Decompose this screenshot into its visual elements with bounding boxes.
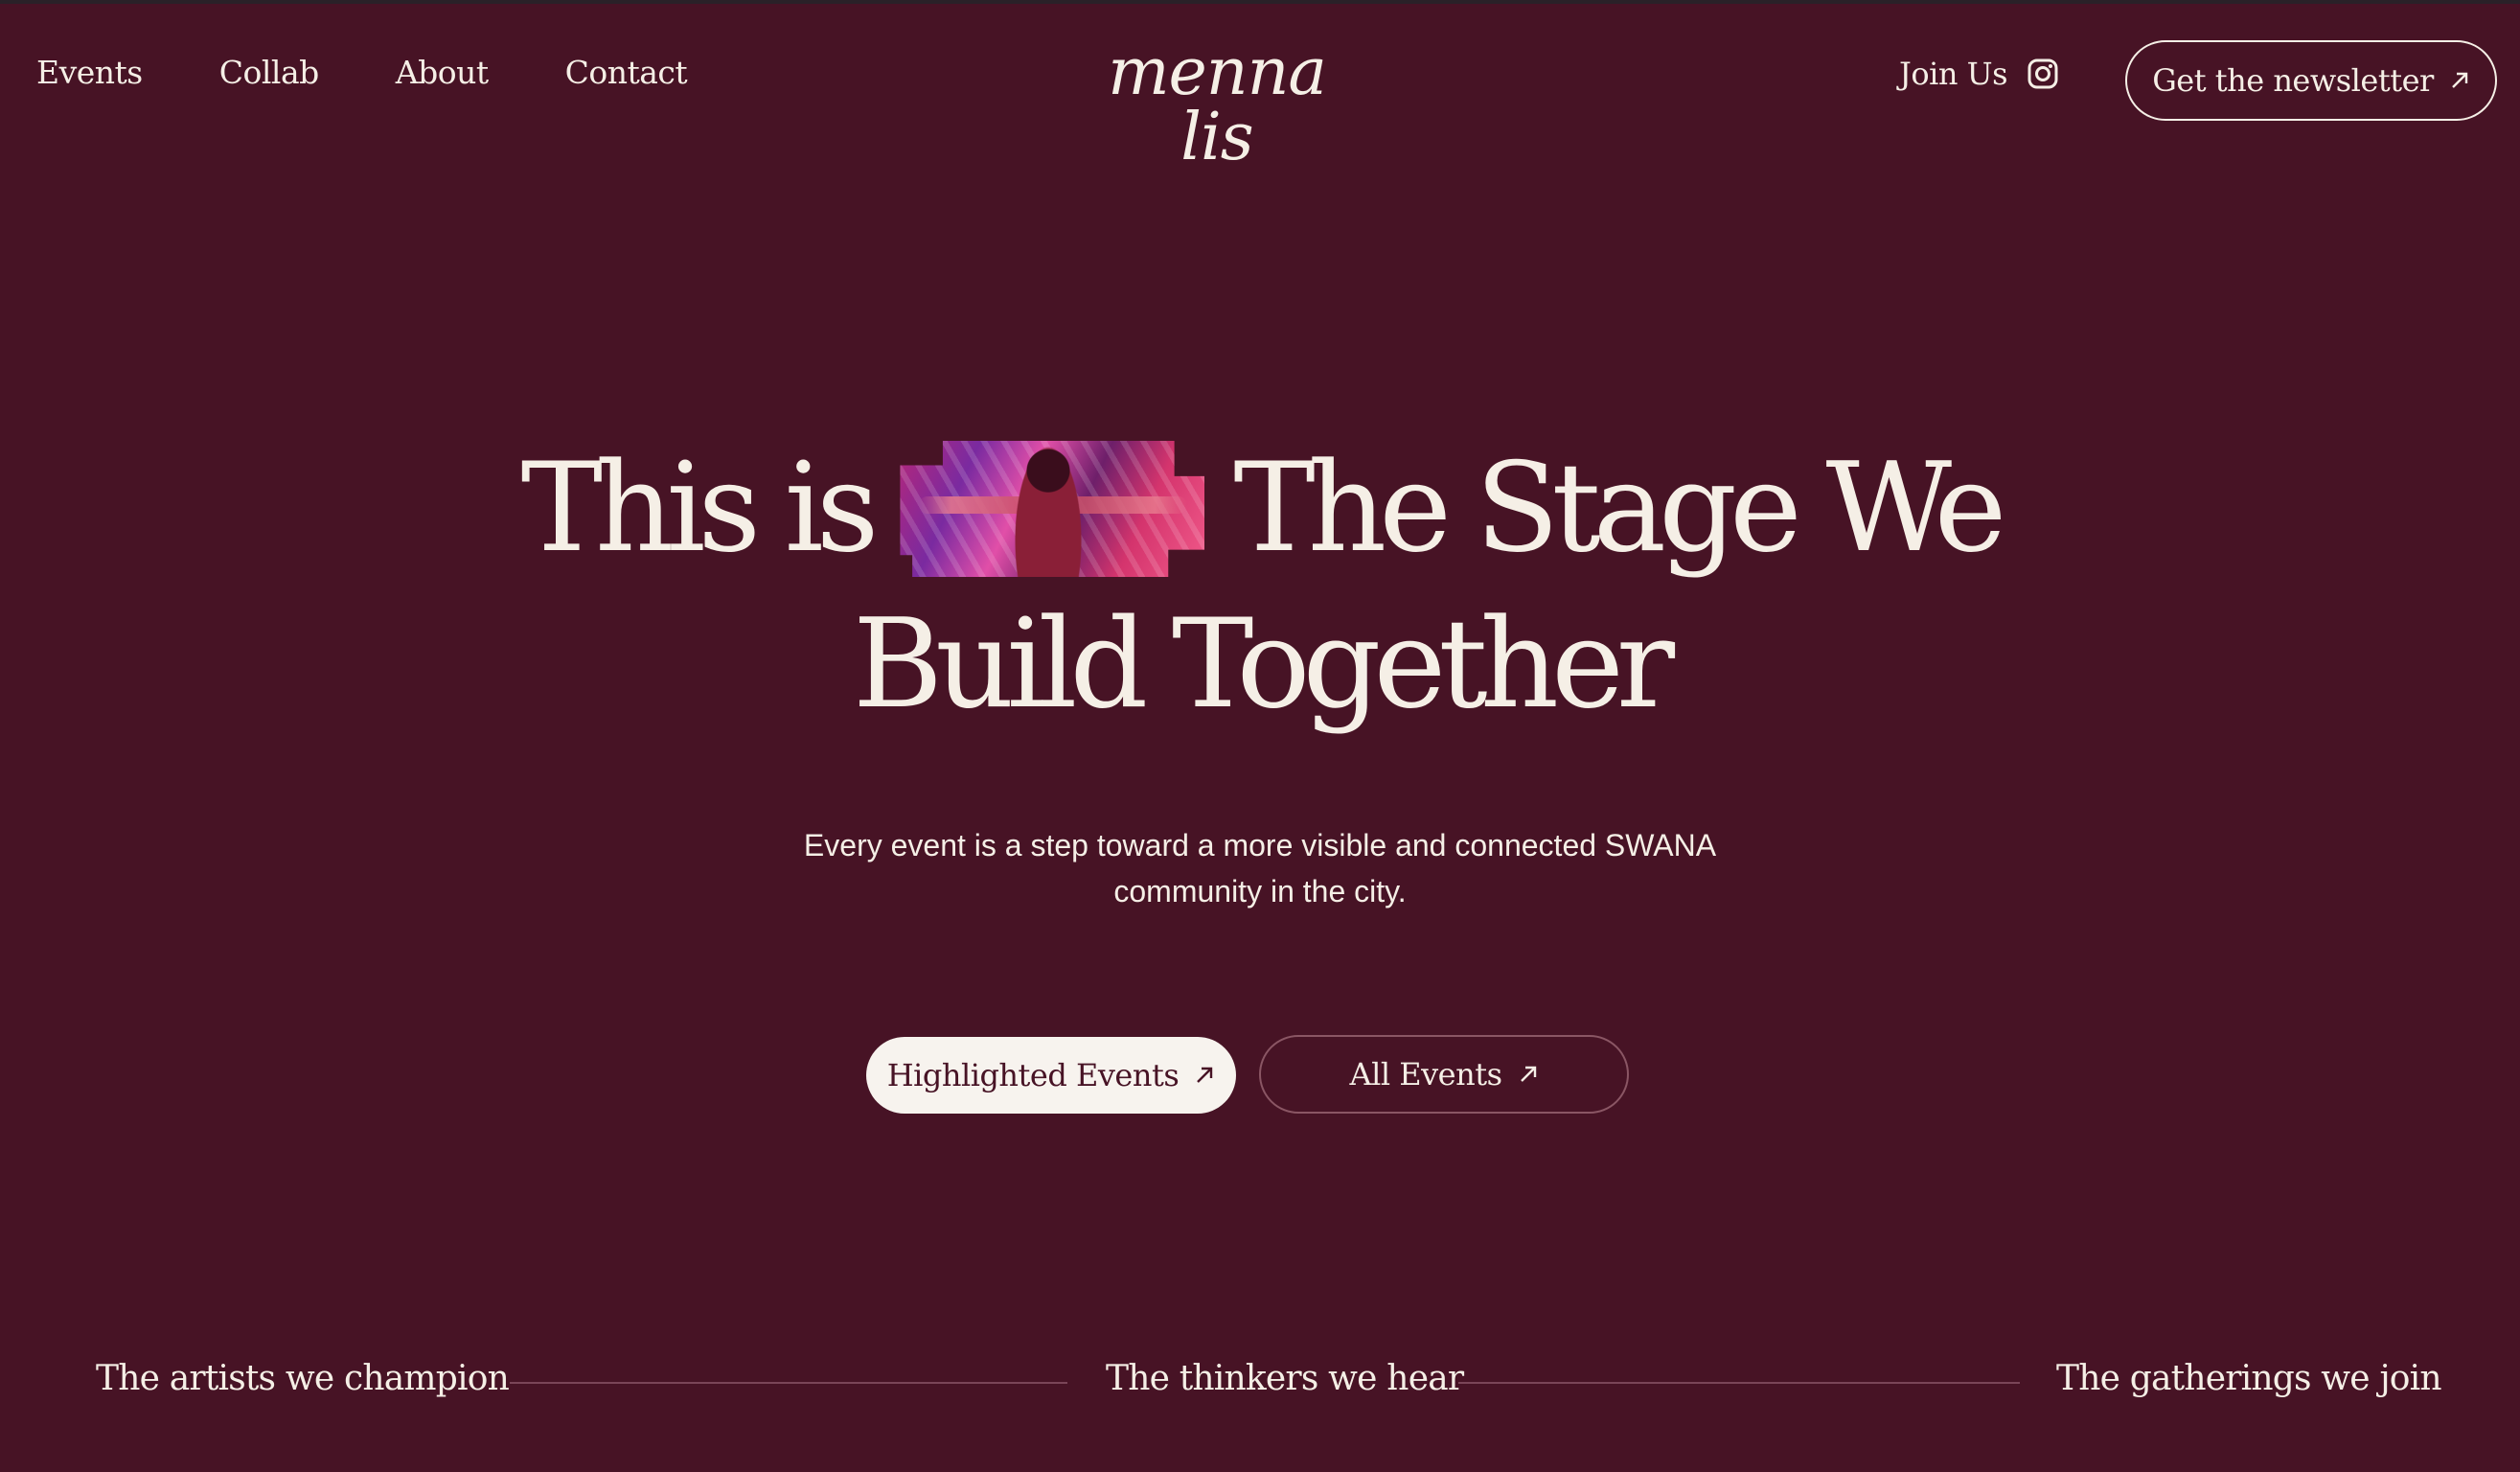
headline-line-1: This is The Stage We <box>0 441 2520 577</box>
newsletter-label: Get the newsletter <box>2152 62 2434 99</box>
hero-subtitle: Every event is a step toward a more visi… <box>803 828 1717 908</box>
join-us-link[interactable]: Join Us <box>1899 56 2059 92</box>
join-us-label: Join Us <box>1899 56 2008 92</box>
divider-line <box>510 1382 1067 1384</box>
performer-photo <box>900 441 1205 577</box>
divider-line <box>1458 1382 2020 1384</box>
strip-item-artists[interactable]: The artists we champion <box>96 1359 510 1398</box>
arrow-up-right-icon <box>1518 1064 1539 1085</box>
arrow-up-right-icon <box>2449 70 2470 91</box>
strip-item-gatherings[interactable]: The gatherings we join <box>2056 1359 2442 1398</box>
category-strip: The artists we champion The thinkers we … <box>0 1359 2520 1407</box>
all-events-label: All Events <box>1349 1056 1502 1092</box>
nav-events[interactable]: Events <box>36 54 143 91</box>
browser-top-edge <box>0 0 2520 4</box>
arrow-up-right-icon <box>1194 1065 1215 1086</box>
nav-contact[interactable]: Contact <box>565 54 688 91</box>
highlighted-events-button[interactable]: Highlighted Events <box>866 1037 1236 1114</box>
newsletter-button[interactable]: Get the newsletter <box>2125 40 2497 121</box>
headline-part-2: The Stage We <box>1233 437 2006 580</box>
highlighted-events-label: Highlighted Events <box>886 1057 1180 1093</box>
headline-part-1: This is <box>520 437 880 580</box>
nav-about[interactable]: About <box>396 54 489 91</box>
site-logo[interactable]: menna lis <box>1078 40 1356 171</box>
headline-line-2: Build Together <box>0 604 2520 726</box>
strip-item-thinkers[interactable]: The thinkers we hear <box>1106 1359 1464 1398</box>
nav-collab[interactable]: Collab <box>219 54 320 91</box>
all-events-button[interactable]: All Events <box>1259 1035 1629 1114</box>
instagram-icon[interactable] <box>2027 58 2059 90</box>
main-nav: Events Collab About Contact <box>36 54 688 91</box>
headline-part-3: Build Together <box>853 593 1675 736</box>
